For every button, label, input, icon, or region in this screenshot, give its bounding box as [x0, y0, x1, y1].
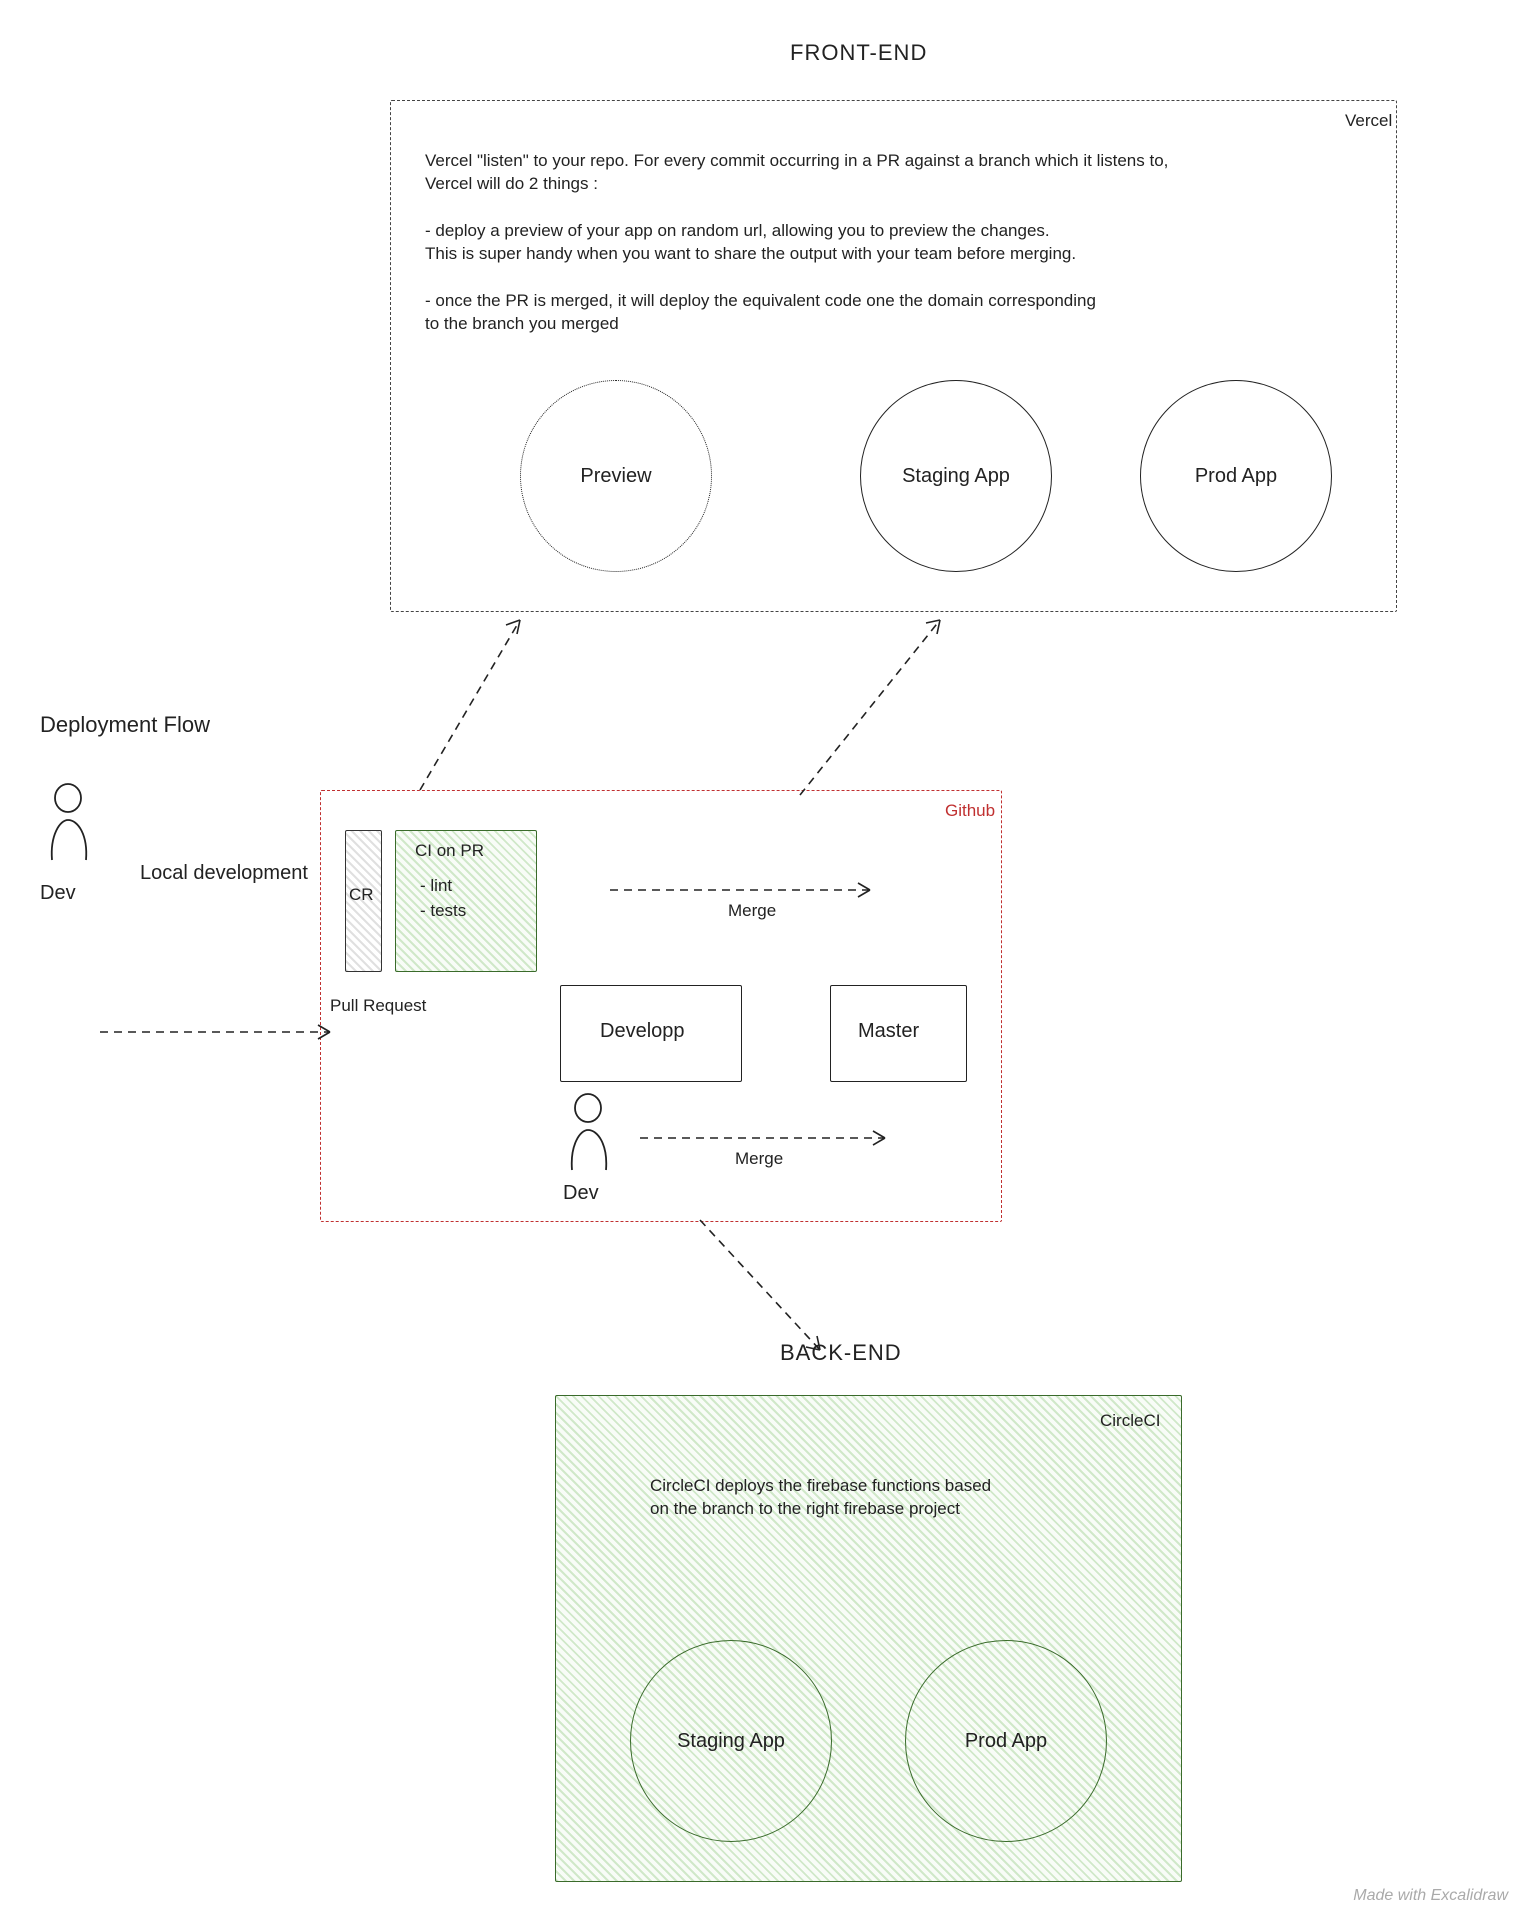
section-title-frontend: FRONT-END	[790, 40, 927, 66]
circle-prod-be: Prod App	[905, 1640, 1107, 1842]
circle-staging-fe: Staging App	[860, 380, 1052, 572]
circleci-box-label: CircleCI	[1100, 1410, 1160, 1433]
arrow-local-to-github	[100, 1020, 360, 1050]
circle-staging-be: Staging App	[630, 1640, 832, 1842]
flow-title: Deployment Flow	[40, 710, 210, 740]
circle-preview-text: Preview	[521, 381, 711, 571]
dev-person-under-icon	[560, 1090, 620, 1180]
merge-label-top: Merge	[728, 900, 776, 923]
ci-item2: - tests	[420, 900, 466, 923]
watermark: Made with Excalidraw	[1353, 1887, 1508, 1905]
ci-item1: - lint	[420, 875, 452, 898]
cr-label: CR	[349, 884, 374, 907]
vercel-para1: Vercel "listen" to your repo. For every …	[425, 150, 1365, 196]
pull-request-label: Pull Request	[330, 995, 426, 1018]
vercel-box-label: Vercel	[1345, 110, 1392, 133]
arrow-github-to-vercel-right	[770, 610, 970, 810]
local-development-label: Local development	[140, 860, 308, 887]
arrow-github-to-vercel-left	[390, 610, 550, 800]
develop-label: Developp	[600, 1018, 685, 1045]
circle-prod-fe: Prod App	[1140, 380, 1332, 572]
circle-staging-be-text: Staging App	[631, 1641, 831, 1841]
master-label: Master	[858, 1018, 919, 1045]
merge-label-bottom: Merge	[735, 1148, 783, 1171]
section-title-backend: BACK-END	[780, 1340, 902, 1366]
circle-prod-fe-text: Prod App	[1141, 381, 1331, 571]
vercel-bullet2: - once the PR is merged, it will deploy …	[425, 290, 1365, 336]
circle-staging-fe-text: Staging App	[861, 381, 1051, 571]
dev-label-top: Dev	[40, 880, 76, 907]
circle-preview: Preview	[520, 380, 712, 572]
dev-person-icon	[40, 780, 100, 870]
ci-title: CI on PR	[415, 840, 484, 863]
circle-prod-be-text: Prod App	[906, 1641, 1106, 1841]
circleci-desc: CircleCI deploys the firebase functions …	[650, 1475, 1150, 1521]
dev-label-under: Dev	[563, 1180, 599, 1207]
vercel-bullet1: - deploy a preview of your app on random…	[425, 220, 1365, 266]
